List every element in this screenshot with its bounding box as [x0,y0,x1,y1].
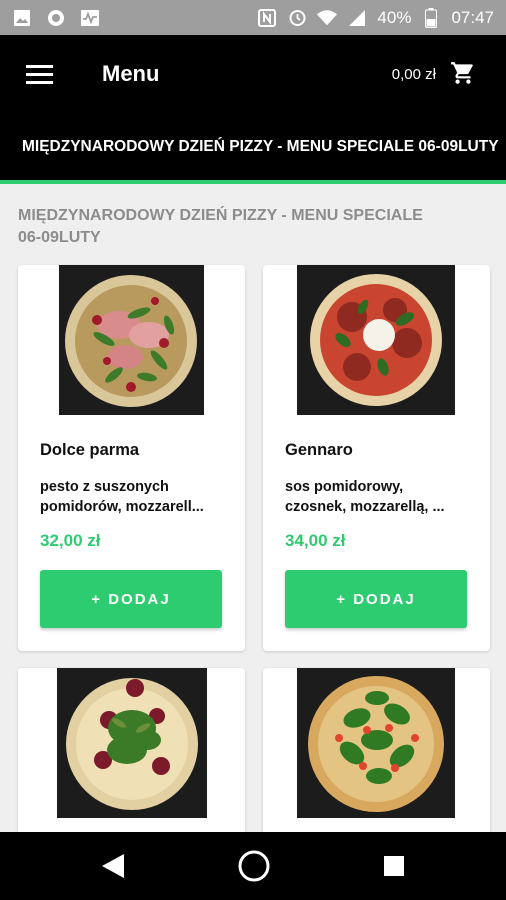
page-title: Menu [102,61,160,86]
section-title-line2: 06-09LUTY [18,229,101,246]
status-bar: 40% 07:47 [0,0,506,35]
category-tab[interactable]: MIĘDZYNARODOWY DZIEŃ PIZZY - MENU SPECIA… [22,138,499,156]
product-description: sos pomidorowy, czosnek, mozzarellą, ... [285,477,475,517]
add-to-cart-button[interactable]: + DODAJ [40,570,222,628]
system-nav-bar [0,832,506,900]
product-image-gennaro[interactable] [297,265,455,415]
product-card[interactable]: Gennaro sos pomidorowy, czosnek, mozzare… [263,265,490,651]
active-tab-indicator [0,180,506,184]
section-title-line1: MIĘDZYNARODOWY DZIEŃ PIZZY - MENU SPECIA… [18,207,423,224]
cart-total[interactable]: 0,00 zł [392,66,436,83]
home-icon[interactable] [237,849,271,883]
battery-icon [421,7,441,28]
category-tab-bar: MIĘDZYNARODOWY DZIEŃ PIZZY - MENU SPECIA… [0,115,506,180]
wifi-icon [317,8,338,28]
product-image[interactable] [57,668,207,818]
circle-app-icon [46,8,66,28]
battery-percent: 40% [377,7,412,27]
product-description-line2: czosnek, mozzarellą, ... [285,499,445,515]
activity-icon [80,8,100,28]
recents-icon[interactable] [383,855,405,877]
clock: 07:47 [451,7,494,27]
product-description-line1: sos pomidorowy, [285,479,404,495]
app-bar: Menu 0,00 zł [0,35,506,115]
product-name: Dolce parma [40,441,140,459]
image-icon [12,8,32,28]
hamburger-menu-icon[interactable] [26,65,53,85]
product-description-line1: pesto z suszonych [40,479,169,495]
nfc-icon [257,8,277,28]
alarm-icon [287,8,307,28]
product-image[interactable] [297,668,455,818]
product-price: 32,00 zł [40,531,101,550]
product-description: pesto z suszonych pomidorów, mozzarell..… [40,477,230,517]
product-image-dolce-parma[interactable] [59,265,204,415]
product-price: 34,00 zł [285,531,346,550]
add-to-cart-button[interactable]: + DODAJ [285,570,467,628]
back-icon[interactable] [100,852,126,880]
product-card[interactable]: Dolce parma pesto z suszonych pomidorów,… [18,265,245,651]
product-description-line2: pomidorów, mozzarell... [40,499,204,515]
shopping-cart-icon[interactable] [450,60,476,86]
product-name: Gennaro [285,441,353,459]
signal-icon [347,8,367,28]
section-title: MIĘDZYNARODOWY DZIEŃ PIZZY - MENU SPECIA… [18,205,488,249]
